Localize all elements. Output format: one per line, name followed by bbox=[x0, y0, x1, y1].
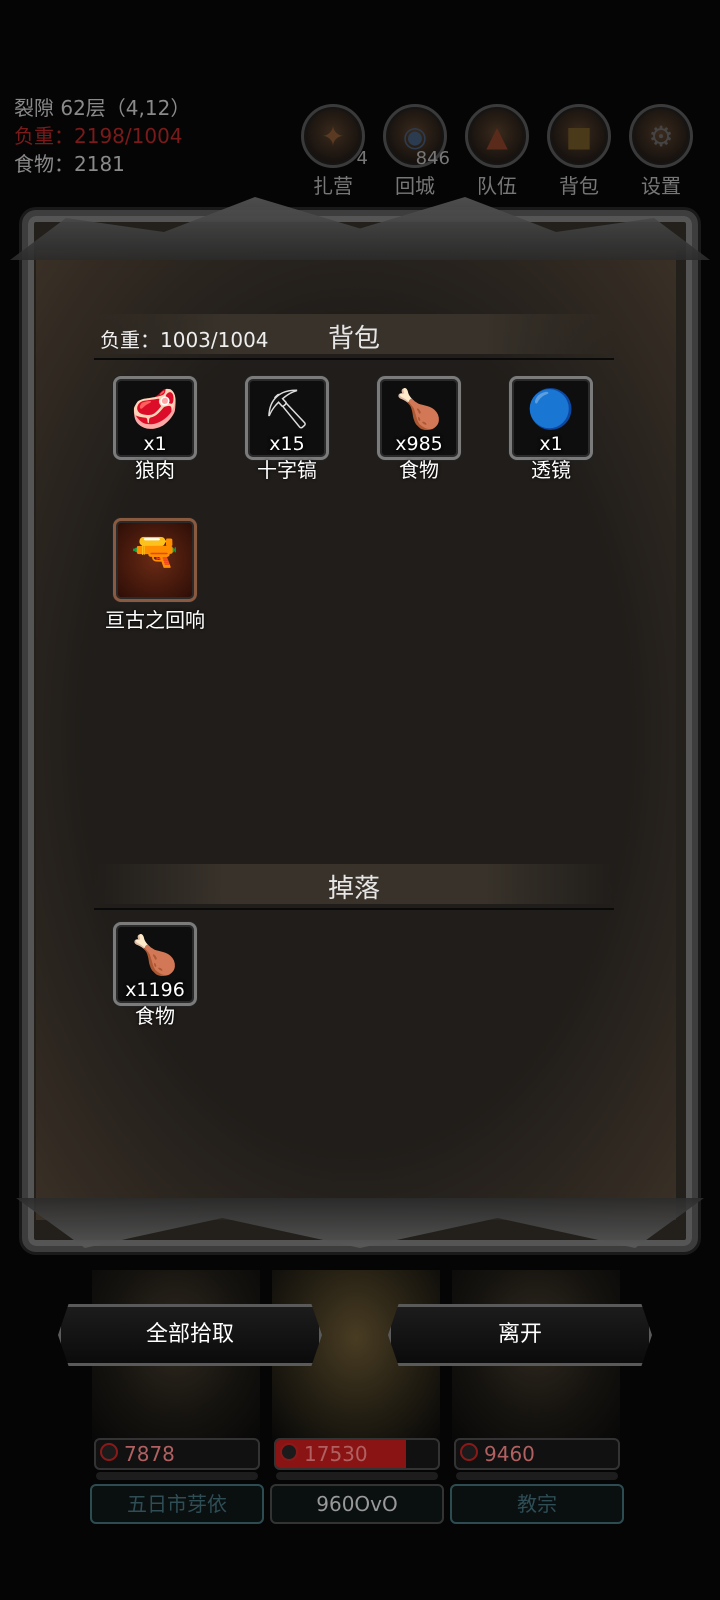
team-button[interactable]: ▲ 队伍 bbox=[464, 104, 530, 199]
return-town-label: 回城 bbox=[395, 174, 435, 198]
drops-title: 掉落 bbox=[327, 874, 380, 904]
return-town-button[interactable]: ◉ 846 回城 bbox=[382, 104, 450, 199]
drumstick-icon: 🍗 bbox=[131, 933, 179, 977]
backpack-header: 负重：1003/1004 背包 bbox=[94, 310, 614, 360]
hero-mp-bar bbox=[456, 1472, 618, 1480]
no-entry-icon bbox=[280, 1443, 298, 1461]
hero-name: 五日市芽依 bbox=[90, 1484, 264, 1524]
location-text: 裂隙 62层（4,12） bbox=[14, 96, 191, 120]
team-icon: ▲ bbox=[486, 119, 508, 153]
lens-orb-icon: 🔵 bbox=[527, 387, 575, 431]
top-nav: ✦ 4 扎营 ◉ 846 回城 ▲ 队伍 ■ 背包 ⚙ 设置 bbox=[300, 104, 712, 198]
settings-button[interactable]: ⚙ 设置 bbox=[628, 104, 694, 199]
team-label: 队伍 bbox=[477, 174, 517, 198]
hero-hp-bar: 17530 bbox=[274, 1438, 440, 1470]
camp-button[interactable]: ✦ 4 扎营 bbox=[300, 104, 368, 199]
hero-mp-bar bbox=[276, 1472, 438, 1480]
item-qty: x1 bbox=[539, 433, 563, 455]
item-name: 狼肉 bbox=[135, 458, 175, 482]
item-qty: x985 bbox=[395, 433, 443, 455]
item-name: 食物 bbox=[135, 1004, 175, 1028]
hero-hp-bar: 9460 bbox=[454, 1438, 620, 1470]
backpack-title: 背包 bbox=[327, 324, 380, 354]
backpack-icon: ■ bbox=[565, 119, 593, 153]
settings-label: 设置 bbox=[641, 174, 681, 198]
item-qty: x15 bbox=[269, 433, 305, 455]
pickup-all-button[interactable]: 全部拾取 bbox=[58, 1304, 322, 1366]
hero-card[interactable]: 9460 教宗 bbox=[448, 1260, 624, 1524]
hero-hp-value: 9460 bbox=[484, 1442, 535, 1466]
item-name: 十字镐 bbox=[257, 458, 317, 482]
hero-hp-value: 7878 bbox=[124, 1442, 175, 1466]
item-slot-food[interactable]: 🍗 x985 食物 bbox=[364, 376, 474, 483]
camp-label: 扎营 bbox=[313, 174, 353, 198]
item-slot-pickaxe[interactable]: ⛏ x15 十字镐 bbox=[232, 376, 342, 483]
drumstick-icon: 🍗 bbox=[395, 387, 443, 431]
hero-hp-value: 17530 bbox=[304, 1442, 368, 1466]
hero-mp-bar bbox=[96, 1472, 258, 1480]
hero-card[interactable]: 17530 960OvO bbox=[268, 1260, 444, 1524]
load-text: 负重：2198/1004 bbox=[14, 124, 183, 148]
pickaxe-icon: ⛏ bbox=[262, 387, 312, 431]
meat-icon: 🥩 bbox=[131, 387, 179, 431]
hero-hp-bar: 7878 bbox=[94, 1438, 260, 1470]
gear-icon: ⚙ bbox=[648, 119, 674, 153]
hero-name: 教宗 bbox=[450, 1484, 624, 1524]
item-qty: x1196 bbox=[125, 979, 185, 1001]
item-name: 食物 bbox=[399, 458, 439, 482]
backpack-label: 背包 bbox=[559, 174, 599, 198]
hud-info: 裂隙 62层（4,12） 负重：2198/1004 食物：2181 bbox=[14, 94, 190, 178]
hero-card[interactable]: 7878 五日市芽依 bbox=[88, 1260, 264, 1524]
camp-count: 4 bbox=[356, 148, 368, 169]
item-qty: x1 bbox=[143, 433, 167, 455]
item-name: 透镜 bbox=[531, 458, 571, 482]
pistol-icon: 🔫 bbox=[131, 529, 179, 573]
drop-slot-food[interactable]: 🍗 x1196 食物 bbox=[100, 922, 210, 1029]
backpack-button[interactable]: ■ 背包 bbox=[546, 104, 612, 199]
leave-button[interactable]: 离开 bbox=[388, 1304, 652, 1366]
hero-name: 960OvO bbox=[270, 1484, 444, 1524]
item-name: 亘古之回响 bbox=[105, 608, 205, 632]
return-town-count: 846 bbox=[415, 148, 450, 169]
item-slot-lens[interactable]: 🔵 x1 透镜 bbox=[496, 376, 606, 483]
no-entry-icon bbox=[460, 1443, 478, 1461]
item-slot-wolf-meat[interactable]: 🥩 x1 狼肉 bbox=[100, 376, 210, 483]
no-entry-icon bbox=[100, 1443, 118, 1461]
food-text: 食物：2181 bbox=[14, 152, 125, 176]
drops-header: 掉落 bbox=[94, 860, 614, 910]
item-slot-ancient-echo[interactable]: 🔫 亘古之回响 bbox=[100, 518, 210, 633]
camp-icon: ✦ bbox=[321, 119, 345, 153]
